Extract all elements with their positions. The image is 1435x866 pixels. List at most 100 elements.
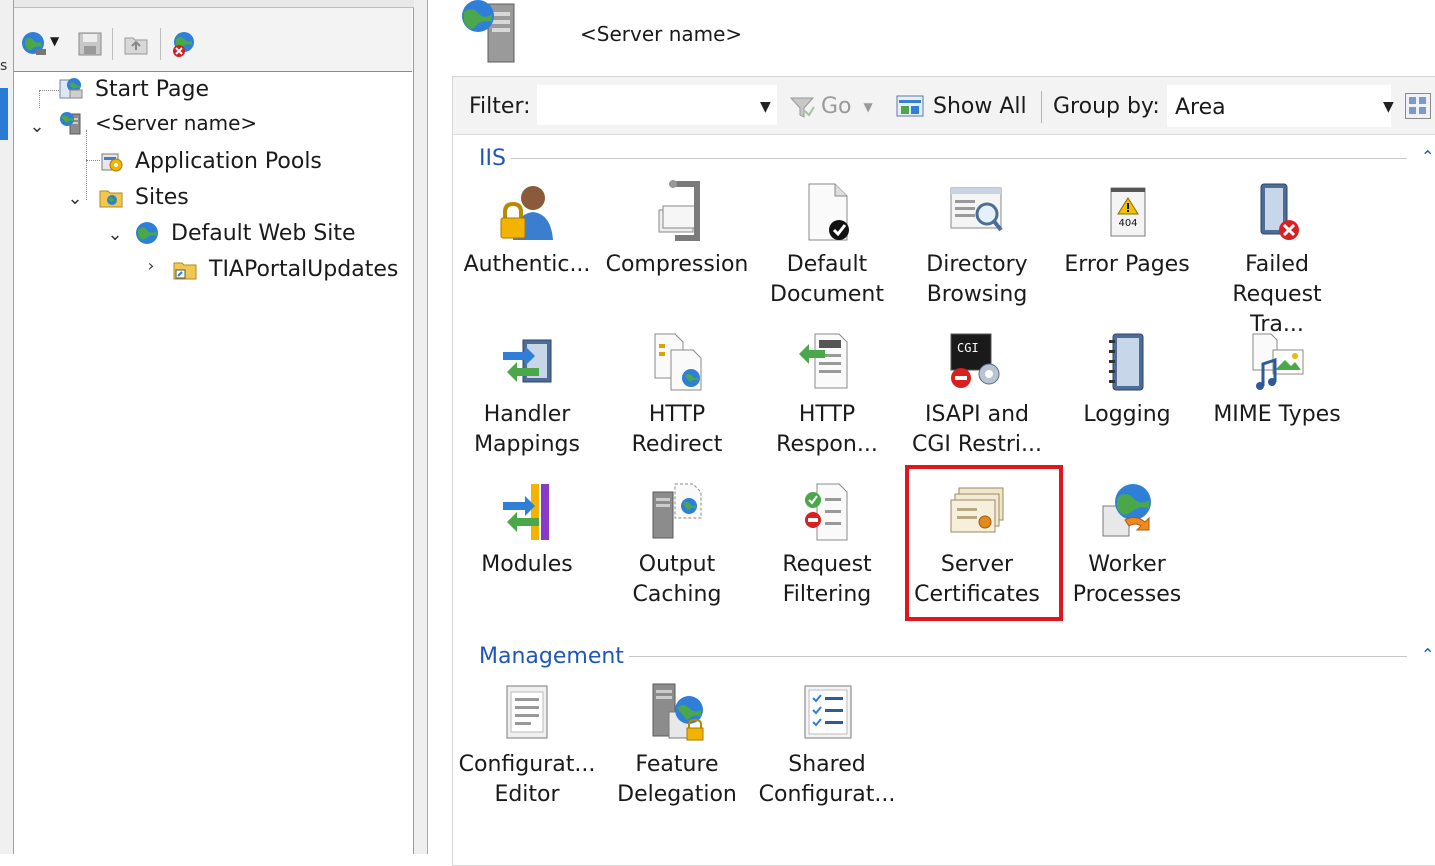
feature-label: HTTP Redirect (631, 402, 723, 457)
feature-logging[interactable]: Logging (1052, 330, 1202, 430)
isapi-cgi-icon: CGI (950, 333, 1000, 388)
feature-label: ISAPI and CGI Restri... (912, 402, 1042, 457)
feature-label: Feature Delegation (617, 752, 737, 807)
group-by-value: Area (1175, 95, 1226, 120)
tree-item-sites[interactable]: Sites (98, 180, 192, 214)
connect-globe-icon[interactable] (20, 30, 48, 58)
handler-mappings-icon (503, 339, 552, 383)
funnel-icon (789, 97, 815, 118)
feature-http-redirect[interactable]: HTTP Redirect (602, 330, 752, 460)
group-by-dropdown-arrow[interactable]: ▼ (1383, 99, 1394, 115)
filter-label: Filter: (469, 94, 531, 119)
collapse-chevron-icon[interactable]: ⌃ (1421, 645, 1434, 664)
feature-configuration-editor[interactable]: Configurat... Editor (452, 680, 602, 810)
tree-item-label: TIAPortalUpdates (209, 256, 399, 282)
tree-item-server[interactable]: <Server name> (58, 106, 261, 140)
mime-types-icon (1252, 333, 1304, 390)
up-folder-icon[interactable] (122, 30, 150, 58)
feature-label: MIME Types (1213, 402, 1341, 427)
edge-accent-bar (0, 88, 8, 140)
feature-label: Handler Mappings (474, 402, 580, 457)
tree-item-label: Start Page (95, 76, 209, 102)
tree-item-tiaportalupdates[interactable]: TIAPortalUpdates (172, 252, 401, 286)
feature-shared-configuration[interactable]: Shared Configurat... (752, 680, 902, 810)
feature-authentication[interactable]: Authentic... (452, 180, 602, 280)
server-header: <Server name> (440, 0, 1435, 76)
save-icon[interactable] (76, 30, 104, 58)
group-by-select[interactable]: Area (1167, 85, 1391, 127)
compression-icon (658, 180, 700, 241)
feature-label: HTTP Respon... (776, 402, 878, 457)
group-divider (629, 656, 1407, 657)
show-all-label: Show All (933, 93, 1027, 119)
tree-item-label: <Server name> (92, 111, 261, 135)
toolbar-separator (1041, 91, 1042, 123)
chevron-down-icon[interactable]: ▼ (50, 34, 59, 48)
collapse-chevron-icon[interactable]: ⌃ (1421, 147, 1434, 166)
feature-default-document[interactable]: Default Document (752, 180, 902, 310)
feature-error-pages[interactable]: 404 Error Pages (1052, 180, 1202, 280)
filter-input[interactable] (537, 85, 777, 125)
go-label: Go (821, 94, 852, 119)
group-header-management: Management (479, 643, 624, 669)
feature-label: Configurat... Editor (458, 752, 596, 807)
feature-request-filtering[interactable]: Request Filtering (752, 480, 902, 610)
feature-label: Logging (1083, 402, 1171, 427)
tree-item-label: Default Web Site (171, 220, 356, 246)
failed-request-tracing-icon (1260, 183, 1299, 240)
group-by-label: Group by: (1053, 94, 1160, 119)
svg-text:CGI: CGI (957, 341, 979, 355)
feature-handler-mappings[interactable]: Handler Mappings (452, 330, 602, 460)
feature-label: Error Pages (1064, 252, 1190, 277)
feature-isapi-cgi-restrictions[interactable]: CGI ISAPI and CGI Restri... (902, 330, 1052, 460)
panel-splitter[interactable] (414, 0, 428, 854)
shared-configuration-icon (804, 685, 852, 739)
edge-glyph: s (0, 58, 8, 74)
feature-delegation-icon (652, 683, 704, 741)
http-response-headers-icon (799, 333, 848, 389)
feature-directory-browsing[interactable]: Directory Browsing (902, 180, 1052, 310)
feature-output-caching[interactable]: Output Caching (602, 480, 752, 610)
feature-worker-processes[interactable]: Worker Processes (1052, 480, 1202, 610)
feature-label: Request Filtering (782, 552, 872, 607)
server-globe-icon (60, 112, 81, 135)
disconnect-icon[interactable] (170, 30, 198, 58)
application-pools-icon (101, 153, 123, 172)
http-redirect-icon (654, 333, 702, 391)
logging-icon (1109, 333, 1144, 391)
filter-dropdown-arrow[interactable]: ▼ (760, 99, 771, 115)
feature-label: Worker Processes (1072, 552, 1182, 607)
tree-item-default-web-site[interactable]: Default Web Site (134, 216, 359, 250)
toolbar-separator (160, 28, 161, 60)
filter-bar: Filter: ▼ Go ▼ Show All Group by: Area ▼ (453, 77, 1435, 135)
connections-header (14, 0, 414, 8)
chevron-down-icon[interactable]: ⌄ (28, 116, 46, 137)
feature-label: Directory Browsing (926, 252, 1028, 307)
chevron-down-icon[interactable]: ▼ (864, 100, 873, 114)
configuration-editor-icon (506, 685, 548, 739)
toolbar-separator (112, 28, 113, 60)
show-all-button[interactable]: Show All (895, 92, 1027, 120)
group-header-iis: IIS (479, 145, 506, 171)
tree-item-start-page[interactable]: Start Page (58, 72, 212, 106)
feature-label: Output Caching (632, 552, 722, 607)
go-button[interactable]: Go ▼ (789, 94, 873, 119)
feature-failed-request-tracing[interactable]: Failed Request Tra... (1202, 180, 1352, 340)
chevron-right-icon[interactable]: › (142, 256, 160, 275)
feature-modules[interactable]: Modules (452, 480, 602, 580)
feature-http-response-headers[interactable]: HTTP Respon... (752, 330, 902, 460)
chevron-down-icon[interactable]: ⌄ (66, 188, 84, 209)
feature-compression[interactable]: Compression (602, 180, 752, 280)
svg-text:404: 404 (1118, 218, 1137, 229)
chevron-down-icon[interactable]: ⌄ (106, 224, 124, 245)
website-globe-icon (136, 222, 158, 244)
tree-item-application-pools[interactable]: Application Pools (98, 144, 325, 178)
feature-mime-types[interactable]: MIME Types (1202, 330, 1352, 430)
feature-feature-delegation[interactable]: Feature Delegation (602, 680, 752, 810)
connections-toolbar: ▼ (14, 8, 412, 72)
request-filtering-icon (805, 483, 848, 541)
error-pages-icon: 404 (1110, 187, 1146, 237)
group-divider (511, 158, 1407, 159)
application-folder-icon (173, 262, 197, 280)
view-mode-icon[interactable] (1405, 93, 1431, 119)
